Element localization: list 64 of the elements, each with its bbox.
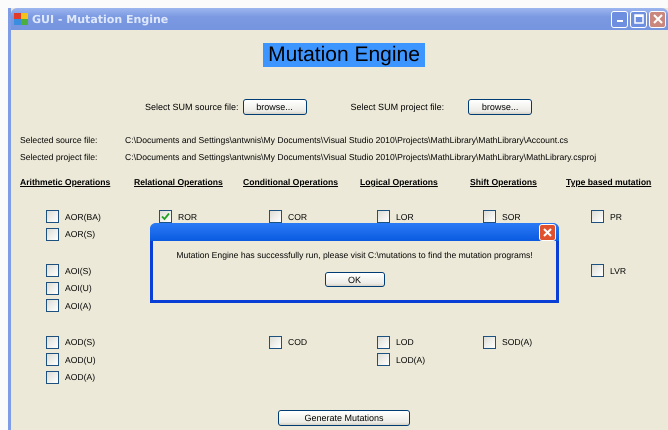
column-heading: Shift Operations: [470, 177, 538, 187]
checkbox[interactable]: [46, 210, 59, 224]
file-label: Selected source file:: [20, 135, 98, 145]
checkbox-label: AOR(S): [65, 229, 96, 240]
checkbox[interactable]: [46, 282, 59, 295]
column-heading: Relational Operations: [134, 177, 224, 187]
checkbox[interactable]: [46, 228, 59, 241]
checkbox[interactable]: [269, 210, 282, 224]
checkbox[interactable]: [483, 336, 496, 349]
checkbox[interactable]: [46, 353, 59, 366]
checkbox[interactable]: [269, 336, 282, 349]
checkbox[interactable]: [46, 336, 59, 349]
browse-button[interactable]: browse...: [242, 99, 307, 115]
maximize-button[interactable]: [630, 10, 647, 28]
checkbox-label: AOD(S): [65, 337, 96, 348]
checkbox-label: AOI(S): [65, 266, 92, 276]
checkbox[interactable]: [483, 210, 496, 224]
column-heading: Logical Operations: [360, 177, 439, 187]
checkbox-label: LOR: [396, 212, 414, 222]
checkbox[interactable]: [46, 264, 59, 278]
column-heading: Arithmetic Operations: [20, 177, 112, 187]
checkbox-label: AOD(A): [65, 372, 96, 382]
column-heading: Type based mutation: [566, 177, 652, 187]
checkbox-label: AOI(A): [65, 300, 92, 311]
maximize-icon: [634, 14, 644, 24]
checkbox-label: SOR: [502, 212, 521, 222]
dialog-message: Mutation Engine has successfully run, please visit C:\mutations to find the mutation programs!: [176, 250, 533, 260]
file-path: C:\Documents and Settings\antwnis\My Documents\Visual Studio 2010\Projects\MathLibrary\MathLibrary\Account.cs: [125, 135, 568, 145]
file-label: Selected project file:: [20, 152, 98, 162]
checkbox[interactable]: [377, 353, 390, 366]
checkbox[interactable]: [591, 264, 604, 278]
checkbox[interactable]: [377, 210, 390, 224]
checkbox-label: PR: [610, 212, 622, 222]
close-icon: [543, 228, 552, 236]
close-button[interactable]: [649, 10, 666, 28]
column-heading: Conditional Operations: [243, 177, 340, 187]
window-title: GUI - Mutation Engine: [32, 12, 168, 26]
checkbox-label: ROR: [178, 212, 198, 222]
close-icon: [652, 14, 662, 24]
picker-label: Select SUM project file:: [350, 102, 444, 112]
checkbox-label: COR: [288, 212, 308, 222]
generate-button[interactable]: Generate Mutations: [278, 410, 410, 426]
app-heading: Mutation Engine: [263, 43, 425, 67]
ok-button[interactable]: OK: [324, 272, 384, 287]
checkbox-label: LOD(A): [396, 354, 426, 365]
app-icon: [14, 13, 28, 25]
checkbox-label: LOD: [396, 337, 414, 348]
checkbox[interactable]: [159, 210, 172, 224]
check-icon: [161, 212, 170, 222]
checkbox[interactable]: [46, 299, 59, 312]
close-button[interactable]: [539, 224, 556, 240]
picker-label: Select SUM source file:: [145, 102, 239, 112]
checkbox-label: AOR(BA): [65, 212, 101, 222]
checkbox-label: AOI(U): [65, 283, 92, 294]
checkbox[interactable]: [591, 210, 604, 224]
checkbox[interactable]: [377, 336, 390, 349]
checkbox-label: SOD(A): [502, 337, 532, 348]
checkbox[interactable]: [46, 370, 59, 384]
file-path: C:\Documents and Settings\antwnis\My Documents\Visual Studio 2010\Projects\MathLibrary\MathLibrary\MathLibrary.csproj: [125, 152, 596, 162]
checkbox-label: COD: [288, 337, 308, 348]
minimize-button[interactable]: [611, 10, 628, 28]
checkbox-label: LVR: [610, 266, 626, 276]
browse-button[interactable]: browse...: [468, 99, 532, 115]
checkbox-label: AOD(U): [65, 354, 96, 365]
